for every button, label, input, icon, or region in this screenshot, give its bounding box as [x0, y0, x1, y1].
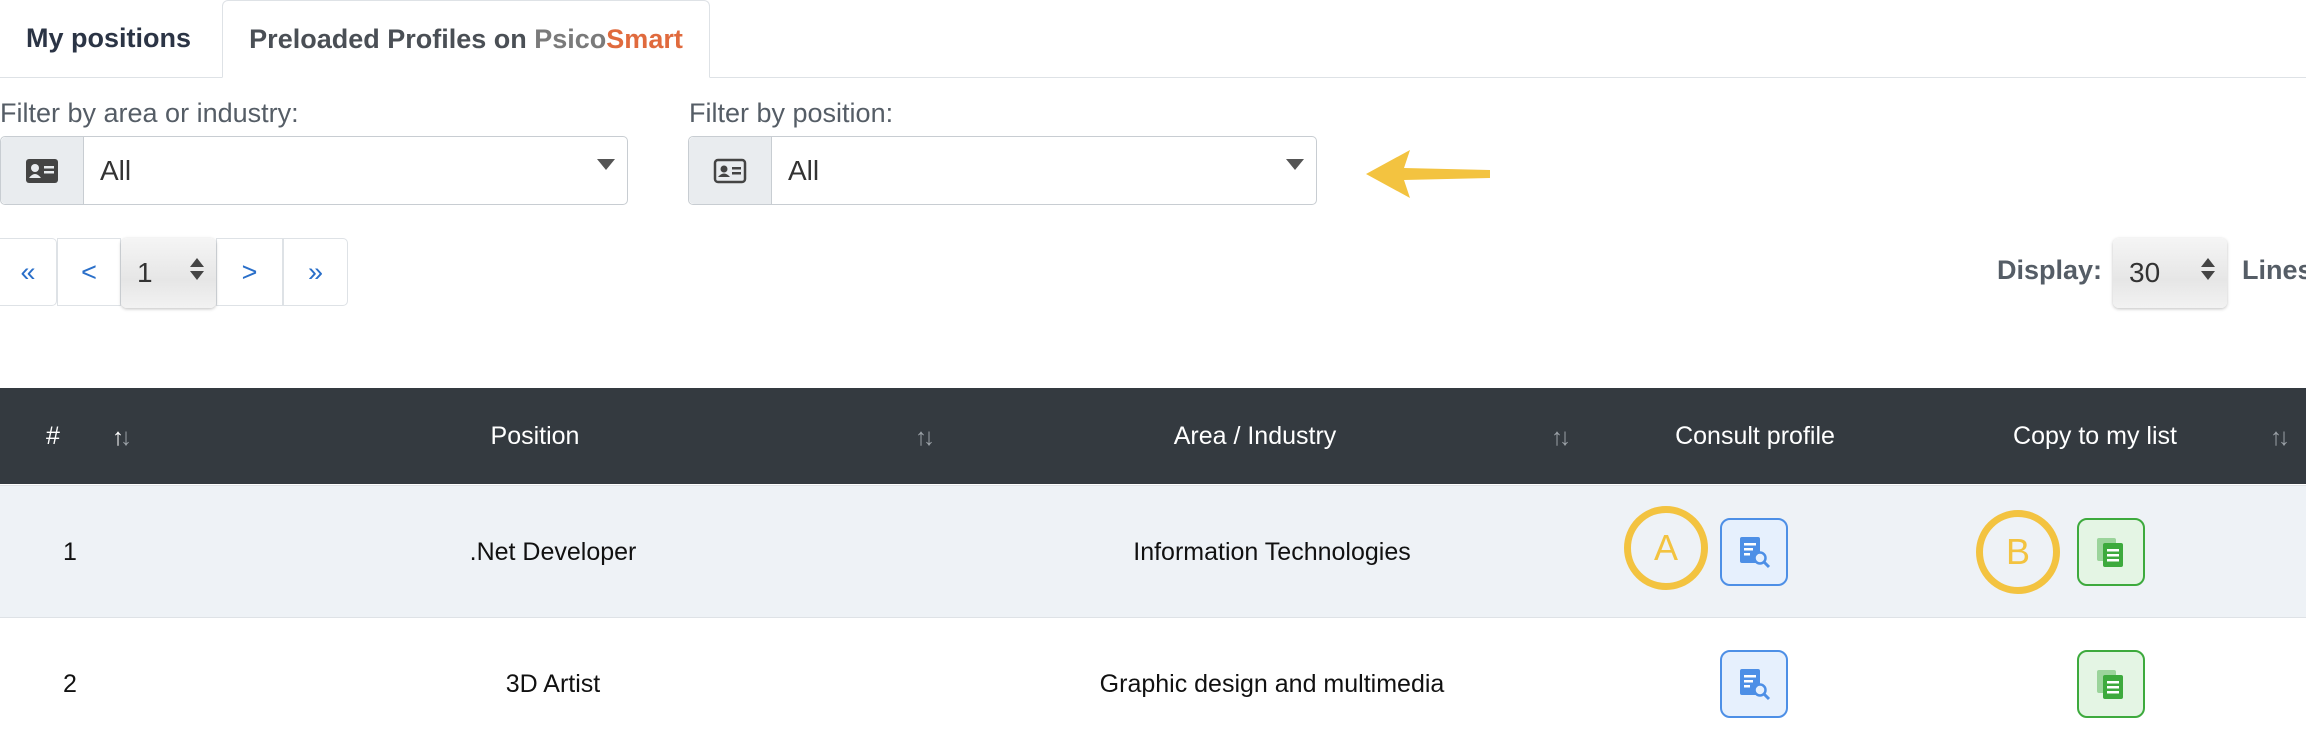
stepper-arrows-icon — [2201, 258, 2215, 280]
chevron-down-icon — [1286, 159, 1304, 170]
header-area[interactable]: Area / Industry — [1120, 388, 1390, 484]
next-page-button[interactable]: > — [216, 238, 283, 306]
position-filter-label: Filter by position: — [689, 98, 894, 128]
copy-to-list-button[interactable] — [2077, 518, 2145, 586]
table-row: 1 .Net Developer Information Technologie… — [0, 485, 2306, 617]
tab-my-positions[interactable]: My positions — [0, 0, 222, 77]
position-filter-select[interactable]: All — [688, 136, 1317, 205]
document-search-icon — [1740, 537, 1771, 569]
row-area: Graphic design and multimedia — [1099, 669, 1445, 698]
sort-icon[interactable]: ↑↓ — [1551, 424, 1571, 452]
sort-icon[interactable]: ↑↓ — [2270, 424, 2290, 452]
brand-psico: Psico — [534, 23, 607, 54]
brand-smart: Smart — [606, 23, 683, 54]
chevron-down-icon — [597, 159, 615, 170]
tab-label: Preloaded Profiles on — [249, 23, 535, 54]
table-header: # ↑↓ Position ↑↓ Area / Industry ↑↓ Cons… — [0, 388, 2306, 484]
row-position: 3D Artist — [505, 669, 601, 698]
header-consult: Consult profile — [1675, 421, 1835, 450]
copy-icon — [2097, 670, 2123, 699]
tab-preloaded-profiles[interactable]: Preloaded Profiles on Psico Smart — [222, 0, 710, 78]
table-row: 2 3D Artist Graphic design and multimedi… — [0, 617, 2306, 749]
row-area: Information Technologies — [1133, 537, 1411, 566]
copy-to-list-button[interactable] — [2077, 650, 2145, 718]
row-num: 1 — [63, 537, 77, 566]
document-search-icon — [1740, 669, 1771, 701]
sort-icon[interactable]: ↑↓ — [915, 424, 935, 452]
header-num[interactable]: # — [46, 388, 60, 484]
annotation-arrow-icon — [1366, 150, 1490, 198]
page-number-value: 1 — [137, 257, 153, 288]
last-page-button[interactable]: » — [283, 238, 348, 306]
id-card-icon — [689, 137, 772, 204]
header-position[interactable]: Position — [440, 388, 630, 484]
consult-profile-button[interactable] — [1720, 650, 1788, 718]
pagination: « < 1 > » — [0, 238, 348, 308]
lines-per-page-stepper[interactable]: 30 — [2113, 238, 2227, 308]
lines-per-page-value: 30 — [2129, 257, 2161, 288]
page-number-stepper[interactable]: 1 — [121, 238, 216, 308]
sort-icon[interactable]: ↑↓ — [112, 424, 132, 452]
stepper-arrows-icon — [190, 258, 204, 280]
header-copy: Copy to my list — [2013, 421, 2177, 450]
tab-bar: My positions Preloaded Profiles on Psico… — [0, 0, 2306, 78]
area-filter-label: Filter by area or industry: — [0, 98, 299, 128]
display-label: Display: — [1997, 255, 2103, 285]
row-num: 2 — [63, 669, 77, 698]
prev-page-button[interactable]: < — [57, 238, 121, 306]
area-filter-select[interactable]: All — [0, 136, 628, 205]
annotation-marker-a: A — [1624, 506, 1708, 590]
first-page-button[interactable]: « — [0, 238, 57, 306]
area-filter-value: All — [100, 154, 132, 186]
annotation-marker-b: B — [1976, 510, 2060, 594]
copy-icon — [2097, 538, 2123, 567]
position-filter-value: All — [788, 154, 820, 186]
consult-profile-button[interactable] — [1720, 518, 1788, 586]
id-card-icon — [1, 137, 84, 204]
lines-label: Lines — [2242, 255, 2306, 285]
row-position: .Net Developer — [469, 537, 637, 566]
